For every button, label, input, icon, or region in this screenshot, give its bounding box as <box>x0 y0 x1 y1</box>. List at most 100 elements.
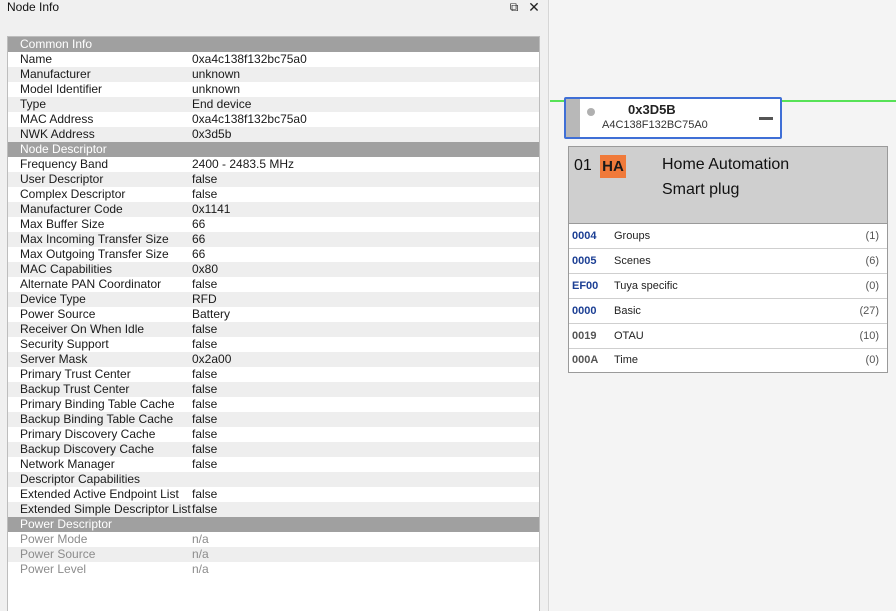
info-value: false <box>192 502 218 516</box>
info-value: false <box>192 277 218 291</box>
info-value: false <box>192 322 218 336</box>
info-row[interactable]: Power Level n/a <box>8 562 539 577</box>
float-window-icon[interactable]: ⧉ <box>507 0 521 14</box>
info-key: Power Mode <box>20 532 88 546</box>
info-key: Max Incoming Transfer Size <box>20 232 169 246</box>
info-key: Alternate PAN Coordinator <box>20 277 162 291</box>
info-row[interactable]: Primary Binding Table Cache false <box>8 397 539 412</box>
info-row[interactable]: Server Mask 0x2a00 <box>8 352 539 367</box>
info-row[interactable]: Backup Discovery Cache false <box>8 442 539 457</box>
info-row[interactable]: Type End device <box>8 97 539 112</box>
cluster-row[interactable]: 0004 Groups (1) <box>569 224 887 249</box>
info-row[interactable]: NWK Address 0x3d5b <box>8 127 539 142</box>
info-row[interactable]: Extended Simple Descriptor List false <box>8 502 539 517</box>
node-strip <box>566 99 580 137</box>
info-row[interactable]: Extended Active Endpoint List false <box>8 487 539 502</box>
info-key: Manufacturer <box>20 67 91 81</box>
endpoint-profile: Home Automation <box>662 156 790 173</box>
info-row[interactable]: Frequency Band 2400 - 2483.5 MHz <box>8 157 539 172</box>
info-row[interactable]: Name 0xa4c138f132bc75a0 <box>8 52 539 67</box>
cluster-row[interactable]: EF00 Tuya specific (0) <box>569 274 887 299</box>
info-row[interactable]: Max Outgoing Transfer Size 66 <box>8 247 539 262</box>
info-key: Max Outgoing Transfer Size <box>20 247 169 261</box>
info-row[interactable]: MAC Capabilities 0x80 <box>8 262 539 277</box>
info-row[interactable]: Network Manager false <box>8 457 539 472</box>
cluster-row[interactable]: 0005 Scenes (6) <box>569 249 887 274</box>
info-key: Device Type <box>20 292 86 306</box>
node-nwk-address: 0x3D5B <box>628 102 676 117</box>
info-value: RFD <box>192 292 217 306</box>
node-mac-address: A4C138F132BC75A0 <box>602 119 708 131</box>
info-key: NWK Address <box>20 127 95 141</box>
cluster-row[interactable]: 000A Time (0) <box>569 349 887 372</box>
info-row[interactable]: Backup Binding Table Cache false <box>8 412 539 427</box>
info-value: 0x80 <box>192 262 219 276</box>
info-value: false <box>192 367 218 381</box>
info-value: false <box>192 172 218 186</box>
info-key: Max Buffer Size <box>20 217 105 231</box>
info-row[interactable]: MAC Address 0xa4c138f132bc75a0 <box>8 112 539 127</box>
info-row[interactable]: Max Incoming Transfer Size 66 <box>8 232 539 247</box>
info-value: false <box>192 442 218 456</box>
info-value: 0x1141 <box>192 202 231 216</box>
info-key: Model Identifier <box>20 82 103 96</box>
cluster-name: Tuya specific <box>614 280 678 292</box>
info-row[interactable]: Backup Trust Center false <box>8 382 539 397</box>
endpoint-device: Smart plug <box>662 181 740 198</box>
info-row[interactable]: Receiver On When Idle false <box>8 322 539 337</box>
cluster-name: Time <box>614 354 639 366</box>
info-row[interactable]: Manufacturer Code 0x1141 <box>8 202 539 217</box>
section-header[interactable]: Common Info <box>8 37 539 52</box>
endpoint-header[interactable]: 01 HA Home Automation Smart plug <box>568 146 888 224</box>
info-key: Server Mask <box>20 352 88 366</box>
cluster-id: 0004 <box>572 230 597 242</box>
node-header[interactable]: 0x3D5B A4C138F132BC75A0 <box>564 97 782 139</box>
cluster-name: Basic <box>614 305 641 317</box>
info-value: unknown <box>192 82 241 96</box>
node-info-tree[interactable]: Common Info Name 0xa4c138f132bc75a0 Manufac… <box>7 36 540 611</box>
cluster-attribute-count: (1) <box>865 230 879 242</box>
info-row[interactable]: Alternate PAN Coordinator false <box>8 277 539 292</box>
info-key: Power Level <box>20 562 87 576</box>
info-row[interactable]: Model Identifier unknown <box>8 82 539 97</box>
info-value: false <box>192 412 218 426</box>
info-key: Power Descriptor <box>20 517 113 531</box>
cluster-id: 000A <box>572 354 599 366</box>
info-row[interactable]: Power Mode n/a <box>8 532 539 547</box>
collapse-icon[interactable] <box>759 117 773 120</box>
info-key: User Descriptor <box>20 172 104 186</box>
section-header[interactable]: Node Descriptor <box>8 142 539 157</box>
cluster-name: Groups <box>614 230 651 242</box>
info-row[interactable]: Max Buffer Size 66 <box>8 217 539 232</box>
info-value: 2400 - 2483.5 MHz <box>192 157 295 171</box>
info-row[interactable]: User Descriptor false <box>8 172 539 187</box>
cluster-row[interactable]: 0019 OTAU (10) <box>569 324 887 349</box>
info-row[interactable]: Power Source n/a <box>8 547 539 562</box>
close-icon[interactable]: ✕ <box>527 0 541 14</box>
info-key: Descriptor Capabilities <box>20 472 141 486</box>
info-row[interactable]: Primary Discovery Cache false <box>8 427 539 442</box>
info-value: n/a <box>192 532 209 546</box>
info-value: n/a <box>192 547 209 561</box>
info-value: false <box>192 427 218 441</box>
cluster-name: OTAU <box>614 330 644 342</box>
info-key: Backup Trust Center <box>20 382 130 396</box>
info-row[interactable]: Manufacturer unknown <box>8 67 539 82</box>
info-row[interactable]: Power Source Battery <box>8 307 539 322</box>
section-header[interactable]: Power Descriptor <box>8 517 539 532</box>
info-row[interactable]: Device Type RFD <box>8 292 539 307</box>
info-row[interactable]: Complex Descriptor false <box>8 187 539 202</box>
info-row[interactable]: Security Support false <box>8 337 539 352</box>
cluster-list: 0004 Groups (1) 0005 Scenes (6) EF00 Tuya speci… <box>568 224 888 373</box>
info-key: Backup Binding Table Cache <box>20 412 174 426</box>
info-value: false <box>192 457 218 471</box>
cluster-attribute-count: (27) <box>859 305 879 317</box>
info-value: 0xa4c138f132bc75a0 <box>192 52 307 66</box>
info-value: false <box>192 382 218 396</box>
info-value: false <box>192 187 218 201</box>
info-key: Primary Binding Table Cache <box>20 397 175 411</box>
info-value: false <box>192 397 218 411</box>
info-row[interactable]: Primary Trust Center false <box>8 367 539 382</box>
info-row[interactable]: Descriptor Capabilities <box>8 472 539 487</box>
cluster-row[interactable]: 0000 Basic (27) <box>569 299 887 324</box>
